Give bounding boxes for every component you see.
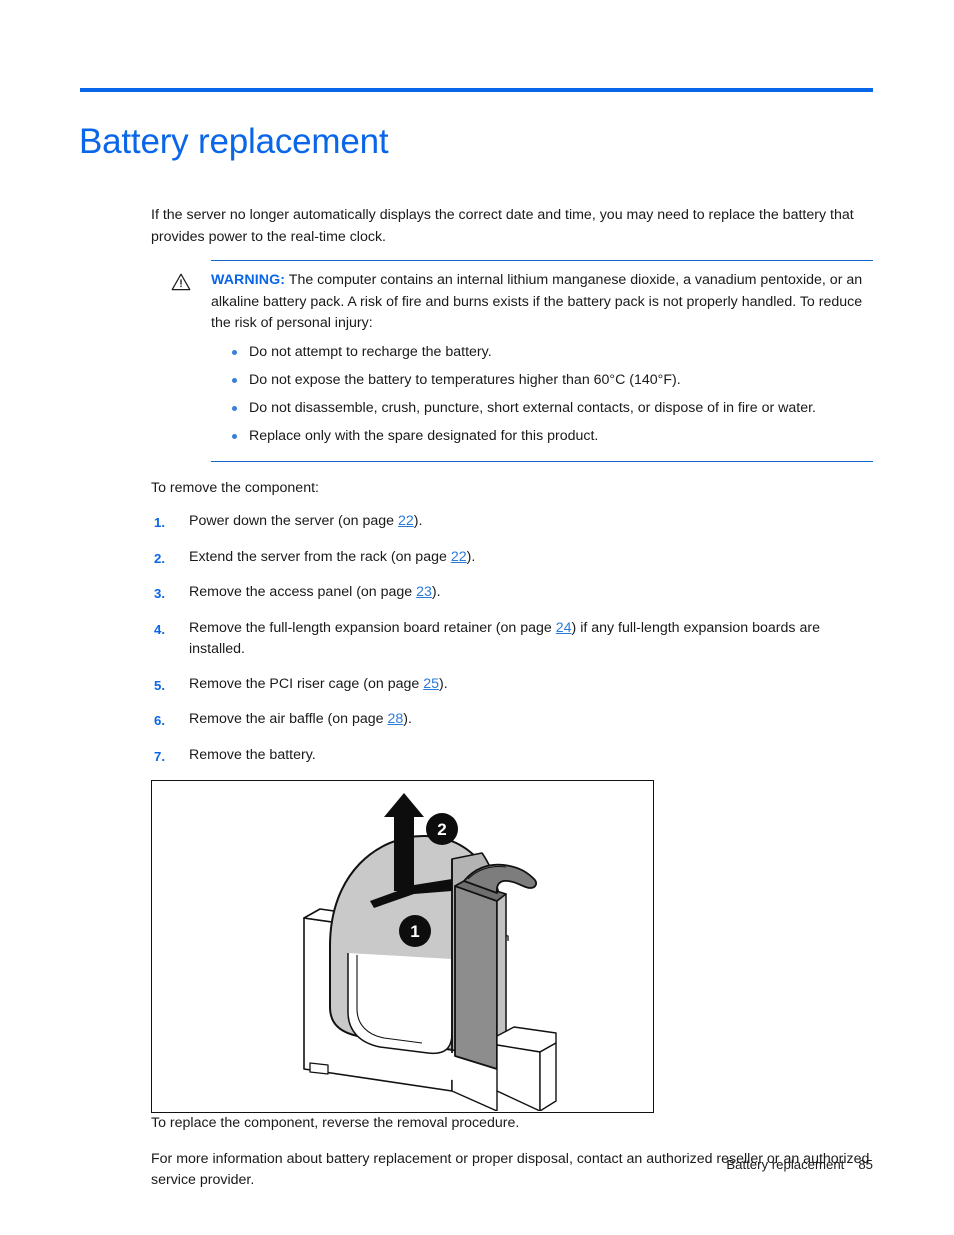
- bullet-dot-icon: [232, 377, 237, 383]
- bullet-text: Do not attempt to recharge the battery.: [249, 343, 492, 360]
- admonition-bottom-rule: [211, 460, 873, 462]
- page-footer: Battery replacement 85: [0, 1157, 873, 1172]
- content-column: If the server no longer automatically di…: [151, 205, 873, 1202]
- footer-page-number: 85: [858, 1157, 873, 1172]
- battery-removal-illustration: 2 1: [151, 780, 654, 1113]
- page-xref-link[interactable]: 24: [556, 620, 572, 636]
- bullet-dot-icon: [232, 405, 237, 411]
- bullet-dot-icon: [232, 349, 237, 355]
- removal-procedure-list: 1. Power down the server (on page 22). 2…: [151, 511, 873, 767]
- procedure-lead-in: To remove the component:: [151, 479, 319, 496]
- list-item: Do not attempt to recharge the battery.: [232, 342, 873, 363]
- step-text: Remove the battery.: [189, 745, 873, 768]
- step-number: 6.: [154, 713, 165, 728]
- procedure-step: 6. Remove the air baffle (on page 28).: [151, 709, 873, 732]
- step-text-post: ).: [439, 675, 448, 692]
- procedure-step: 1. Power down the server (on page 22).: [151, 511, 873, 534]
- warning-label: WARNING:: [211, 272, 286, 288]
- step-text: Remove the PCI riser cage (on page 25).: [189, 674, 873, 697]
- procedure-step: 3. Remove the access panel (on page 23).: [151, 582, 873, 605]
- admonition-body: WARNING: The computer contains an intern…: [151, 261, 873, 461]
- page-title: Battery replacement: [79, 122, 389, 162]
- page-xref-link[interactable]: 22: [398, 513, 414, 529]
- bullet-text: Do not expose the battery to temperature…: [249, 371, 681, 388]
- step-text-post: ).: [431, 584, 441, 600]
- callout-2-label: 2: [437, 820, 446, 839]
- step-number: 3.: [154, 586, 165, 601]
- closing-paragraph-1: To replace the component, reverse the re…: [151, 1115, 520, 1131]
- step-text-post: ).: [413, 513, 423, 529]
- procedure-step: 7. Remove the battery.: [151, 745, 873, 768]
- page-xref-link[interactable]: 23: [416, 584, 432, 600]
- step-text: Remove the air baffle (on page 28).: [189, 709, 873, 732]
- step-number: 2.: [154, 550, 165, 566]
- bullet-text: Do not disassemble, crush, puncture, sho…: [249, 399, 816, 416]
- step-text-pre: Remove the air baffle (on page: [189, 711, 388, 727]
- warning-triangle-icon: [151, 270, 211, 291]
- procedure-step: 5. Remove the PCI riser cage (on page 25…: [151, 674, 873, 697]
- bullet-text: Replace only with the spare designated f…: [249, 427, 599, 444]
- page-xref-link[interactable]: 22: [451, 549, 467, 565]
- footer-section-title: Battery replacement: [726, 1157, 845, 1172]
- step-number: 1.: [154, 515, 165, 530]
- step-text-pre: Remove the PCI riser cage (on page: [189, 675, 424, 692]
- list-item: Do not expose the battery to temperature…: [232, 370, 873, 391]
- intro-paragraph: If the server no longer automatically di…: [151, 207, 854, 245]
- step-text: Power down the server (on page 22).: [189, 511, 873, 534]
- procedure-step: 4. Remove the full-length expansion boar…: [151, 618, 873, 661]
- bullet-dot-icon: [232, 433, 237, 439]
- step-number: 5.: [154, 677, 165, 693]
- step-text-pre: Remove the access panel (on page: [189, 584, 417, 600]
- callout-1-label: 1: [410, 922, 419, 941]
- page-xref-link[interactable]: 28: [388, 711, 404, 727]
- warning-admonition: WARNING: The computer contains an intern…: [151, 260, 873, 462]
- list-item: Replace only with the spare designated f…: [232, 426, 873, 447]
- step-text-pre: Extend the server from the rack (on page: [189, 548, 451, 565]
- step-text-pre: Power down the server (on page: [189, 513, 398, 529]
- list-item: Do not disassemble, crush, puncture, sho…: [232, 398, 873, 419]
- warning-text: The computer contains an internal lithiu…: [211, 272, 863, 331]
- step-text: Remove the access panel (on page 23).: [189, 582, 873, 605]
- step-text-pre: Remove the full-length expansion board r…: [189, 619, 556, 636]
- warning-bullet-list: Do not attempt to recharge the battery. …: [211, 342, 873, 447]
- step-number: 4.: [154, 621, 165, 637]
- step-text-post: ).: [466, 548, 476, 565]
- step-text: Extend the server from the rack (on page…: [189, 547, 873, 570]
- title-accent-rule: [80, 88, 873, 92]
- page-xref-link[interactable]: 25: [423, 676, 439, 692]
- procedure-step: 2. Extend the server from the rack (on p…: [151, 547, 873, 570]
- step-text: Remove the full-length expansion board r…: [189, 618, 873, 661]
- step-number: 7.: [154, 748, 165, 764]
- admonition-content: WARNING: The computer contains an intern…: [211, 270, 873, 454]
- step-text-pre: Remove the battery.: [189, 746, 316, 763]
- step-text-post: ).: [403, 711, 412, 727]
